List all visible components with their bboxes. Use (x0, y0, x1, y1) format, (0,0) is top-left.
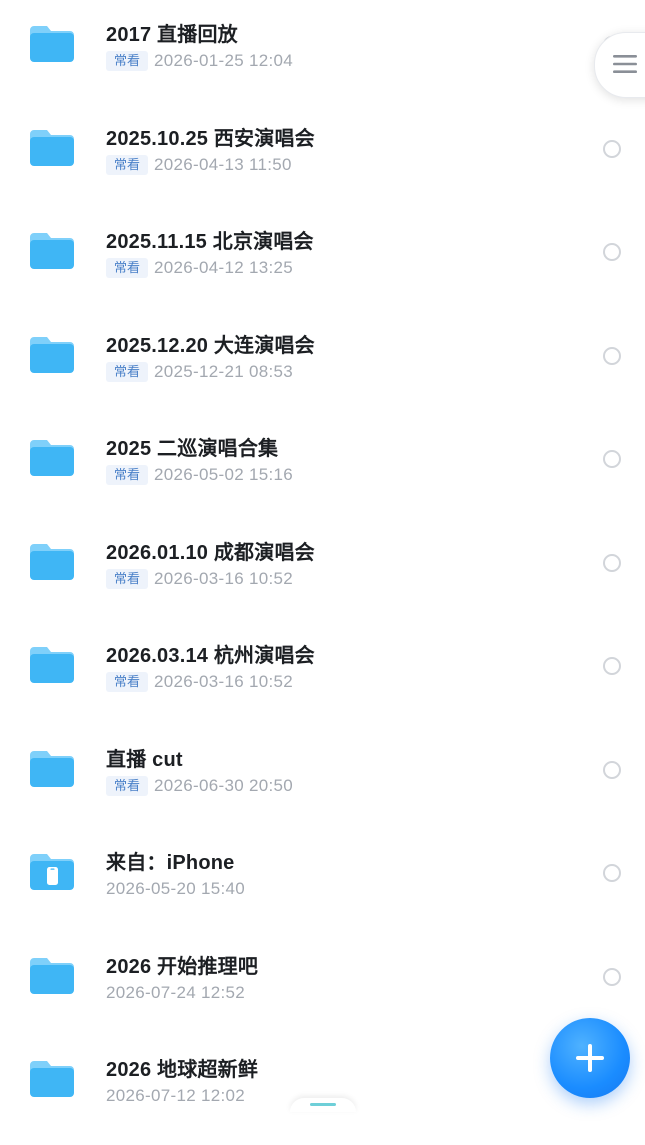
file-meta: 常看 2026-03-16 10:52 (106, 568, 293, 590)
file-name: 2025.11.15 北京演唱会 (106, 231, 314, 253)
add-button[interactable] (550, 1018, 630, 1098)
indicator-bar (310, 1103, 336, 1106)
file-name: 2026 开始推理吧 (106, 955, 259, 978)
file-name: 2025.12.20 大连演唱会 (106, 334, 315, 357)
select-radio[interactable] (603, 967, 621, 986)
select-radio[interactable] (603, 450, 621, 468)
file-meta: 常看 2025-12-21 08:53 (106, 361, 293, 383)
file-date: 2026-04-12 13:25 (154, 258, 294, 277)
file-row[interactable]: 2026.01.10 成都演唱会 常看 2026-03-16 10:52 (0, 524, 645, 628)
file-row[interactable]: 2026 开始推理吧 2026-07-24 12:52 (0, 938, 645, 1042)
file-row[interactable]: 来自：iPhone 2026-05-20 15:40 (0, 834, 645, 938)
file-meta: 常看 2026-06-30 20:50 (106, 775, 293, 797)
select-radio[interactable] (603, 657, 621, 675)
folder-icon (28, 956, 76, 996)
file-name: 2017 直播回放 (106, 24, 238, 46)
file-meta: 2026-05-20 15:40 (106, 878, 245, 900)
file-row[interactable]: 2025 二巡演唱合集 常看 2026-05-02 15:16 (0, 420, 645, 524)
file-date: 2026-04-13 11:50 (154, 154, 292, 174)
folder-icon (28, 128, 76, 168)
file-name: 来自：iPhone (106, 852, 235, 874)
file-date: 2026-05-20 15:40 (106, 879, 246, 898)
file-name: 2026 地球超新鲜 (106, 1059, 259, 1081)
file-name: 2025 二巡演唱合集 (106, 438, 279, 460)
select-radio[interactable] (603, 139, 621, 158)
frequent-tag-badge: 常看 (106, 672, 149, 692)
folder-icon (28, 645, 76, 685)
folder-icon (28, 542, 76, 582)
file-name: 直播 cut (106, 748, 183, 771)
file-date: 2025-12-21 08:53 (154, 361, 294, 381)
folder-icon (28, 438, 76, 478)
file-list: 2017 直播回放 常看 2026-01-25 12:04 2025.10.25 西安… (0, 0, 645, 1108)
file-date: 2026-05-02 15:16 (154, 465, 294, 484)
file-date: 2026-03-16 10:52 (154, 672, 294, 691)
file-meta: 常看 2026-04-12 13:25 (106, 257, 293, 279)
file-date: 2026-03-16 10:52 (154, 568, 294, 588)
file-meta: 2026-07-12 12:02 (106, 1085, 245, 1107)
frequent-tag-badge: 常看 (106, 361, 149, 382)
file-meta: 常看 2026-01-25 12:04 (106, 50, 293, 72)
select-radio[interactable] (603, 760, 621, 779)
file-meta: 2026-07-24 12:52 (106, 982, 245, 1004)
folder-icon (28, 24, 76, 64)
file-date: 2026-06-30 20:50 (154, 775, 294, 795)
file-date: 2026-07-24 12:52 (106, 982, 246, 1002)
hamburger-menu-icon (613, 54, 637, 74)
frequent-tag-badge: 常看 (106, 51, 149, 71)
file-row[interactable]: 2025.10.25 西安演唱会 常看 2026-04-13 11:50 (0, 110, 645, 214)
select-radio[interactable] (603, 243, 621, 261)
select-radio[interactable] (603, 346, 621, 365)
file-name: 2025.10.25 西安演唱会 (106, 127, 315, 150)
file-row[interactable]: 2025.12.20 大连演唱会 常看 2025-12-21 08:53 (0, 317, 645, 421)
file-row[interactable]: 2025.11.15 北京演唱会 常看 2026-04-12 13:25 (0, 213, 645, 317)
folder-icon (28, 335, 76, 375)
file-date: 2026-07-12 12:02 (106, 1086, 246, 1105)
folder-icon (28, 749, 76, 789)
file-meta: 常看 2026-03-16 10:52 (106, 671, 293, 693)
frequent-tag-badge: 常看 (106, 775, 149, 796)
file-row[interactable]: 2026.03.14 杭州演唱会 常看 2026-03-16 10:52 (0, 627, 645, 731)
file-date: 2026-01-25 12:04 (154, 51, 294, 70)
file-row[interactable]: 直播 cut 常看 2026-06-30 20:50 (0, 731, 645, 835)
folder-icon (28, 231, 76, 271)
file-name: 2026.03.14 杭州演唱会 (106, 645, 315, 667)
bottom-tab-indicator[interactable] (290, 1098, 356, 1112)
frequent-tag-badge: 常看 (106, 465, 149, 485)
phone-folder-icon (28, 852, 76, 892)
file-row[interactable]: 2026 地球超新鲜 2026-07-12 12:02 (0, 1041, 645, 1145)
select-radio[interactable] (603, 864, 621, 882)
file-meta: 常看 2026-04-13 11:50 (106, 154, 292, 176)
frequent-tag-badge: 常看 (106, 258, 149, 278)
file-row[interactable]: 2017 直播回放 常看 2026-01-25 12:04 (0, 6, 645, 110)
frequent-tag-badge: 常看 (106, 154, 149, 175)
file-name: 2026.01.10 成都演唱会 (106, 541, 315, 564)
plus-icon (574, 1042, 606, 1074)
frequent-tag-badge: 常看 (106, 568, 149, 589)
folder-icon (28, 1059, 76, 1099)
select-radio[interactable] (603, 553, 621, 572)
file-meta: 常看 2026-05-02 15:16 (106, 464, 293, 486)
